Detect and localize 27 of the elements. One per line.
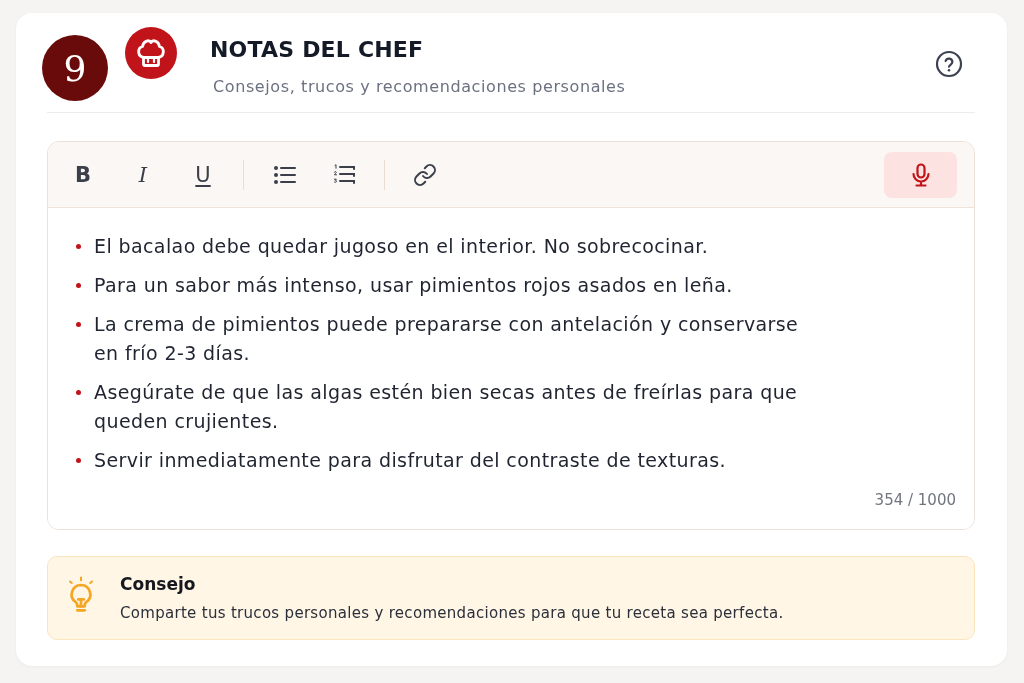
bullet-icon (76, 244, 81, 249)
chef-hat-icon (125, 27, 177, 79)
tip-text: Comparte tus trucos personales y recomendaciones para que tu receta sea perfecta. (120, 603, 784, 623)
section-title: NOTAS DEL CHEF (210, 36, 424, 64)
bold-button[interactable]: B (63, 154, 103, 195)
tip-title: Consejo (120, 573, 196, 595)
link-icon (413, 162, 437, 187)
numbered-list-icon (333, 164, 355, 185)
note-text: Para un sabor más intenso, usar pimientos rojos asados en leña. (94, 273, 733, 298)
italic-button[interactable]: I (123, 154, 163, 195)
section-subtitle: Consejos, trucos y recomendaciones personales (212, 76, 626, 98)
step-number-badge: 9 (42, 35, 108, 101)
note-text: El bacalao debe quedar jugoso en el interior. No sobrecocinar. (94, 234, 709, 259)
note-text: Asegúrate de que las algas estén bien secas antes de freírlas para que queden crujientes. (94, 380, 799, 434)
note-text: La crema de pimientos puede prepararse con antelación y conservarse en frío 2-3 días. (94, 312, 800, 366)
bullet-icon (76, 322, 81, 327)
bullet-icon (76, 458, 81, 463)
underline-button[interactable]: U (183, 154, 223, 195)
lightbulb-icon (66, 576, 96, 614)
help-button[interactable] (934, 49, 964, 79)
character-counter: 354 / 1000 (874, 490, 956, 510)
note-text: Servir inmediatamente para disfrutar del contraste de texturas. (94, 448, 726, 473)
help-icon (935, 50, 963, 78)
bullet-icon (76, 283, 81, 288)
microphone-button[interactable] (884, 151, 957, 198)
bullet-icon (76, 390, 81, 395)
bullet-list-icon (272, 163, 296, 186)
